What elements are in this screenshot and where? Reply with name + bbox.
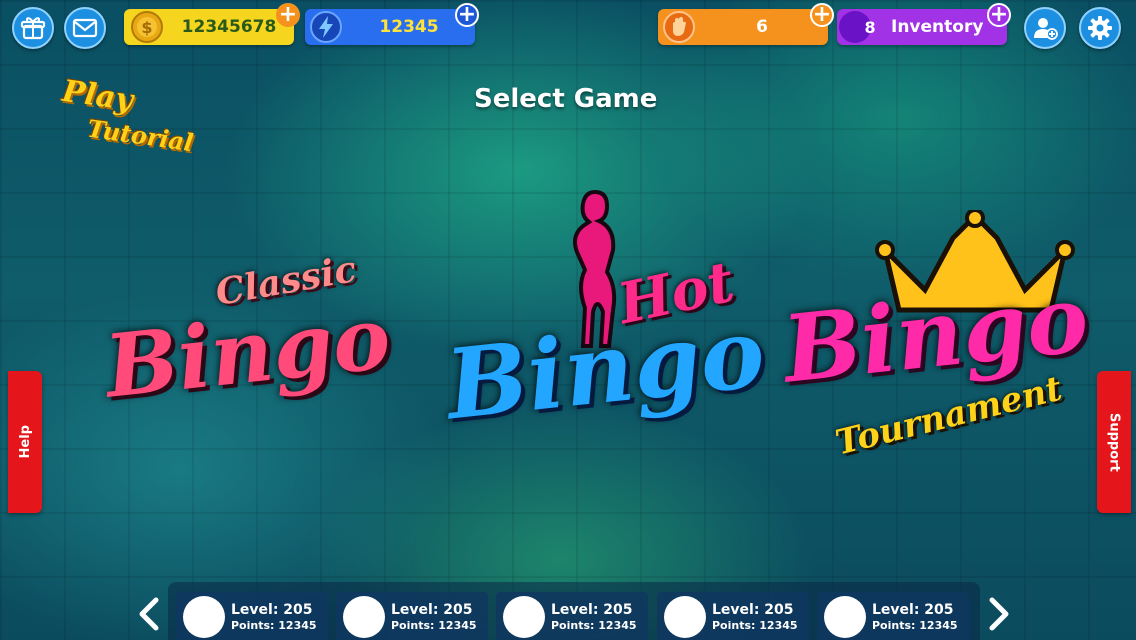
classic-bingo-label: Bingo <box>100 287 395 418</box>
inventory-badge: 8 <box>839 11 876 43</box>
player-card[interactable]: Level: 205 Points: 12345 <box>496 592 648 640</box>
add-energy-button[interactable]: + <box>455 3 479 27</box>
player-card[interactable]: Level: 205 Points: 12345 <box>817 592 969 640</box>
player-level: Level: 205 <box>872 601 954 618</box>
coins-pill[interactable]: $ 12345678 <box>124 9 294 45</box>
inventory-count: 8 <box>864 17 876 37</box>
avatar <box>343 596 385 638</box>
player-level: Level: 205 <box>231 601 313 618</box>
coin-icon: $ <box>131 11 163 43</box>
inventory-label: Inventory <box>891 17 984 37</box>
add-friend-icon <box>1034 18 1058 40</box>
inventory-pill[interactable]: 8 Inventory <box>837 9 1007 45</box>
classic-bingo-button[interactable]: Classic Bingo <box>95 248 395 450</box>
players-prev-button[interactable] <box>132 594 166 634</box>
player-points: Points: 12345 <box>872 618 958 632</box>
add-coins-button[interactable]: + <box>276 3 300 27</box>
player-points: Points: 12345 <box>231 618 317 632</box>
play-tutorial-button[interactable]: Play Tutorial <box>44 73 195 182</box>
add-friend-button[interactable] <box>1024 7 1066 49</box>
player-card[interactable]: Level: 205 Points: 12345 <box>336 592 488 640</box>
gift-icon <box>20 17 46 40</box>
tutorial-line2: Tutorial <box>85 113 196 158</box>
lightning-icon <box>310 11 342 43</box>
tournament-bingo-button[interactable]: Bingo Tournament <box>775 210 1093 470</box>
support-tab[interactable]: Support <box>1097 371 1131 513</box>
avatar <box>183 596 225 638</box>
mail-icon <box>72 18 98 38</box>
avatar <box>664 596 706 638</box>
mail-button[interactable] <box>64 7 106 49</box>
add-powerups-button[interactable]: + <box>810 3 834 27</box>
player-card[interactable]: Level: 205 Points: 12345 <box>657 592 809 640</box>
player-points: Points: 12345 <box>551 618 637 632</box>
chevron-right-icon <box>989 597 1009 631</box>
player-level: Level: 205 <box>712 601 794 618</box>
player-card[interactable]: Level: 205 Points: 12345 <box>176 592 328 640</box>
page-title: Select Game <box>474 84 658 114</box>
powerups-pill[interactable]: 6 <box>658 9 828 45</box>
add-inventory-button[interactable]: + <box>987 3 1011 27</box>
players-next-button[interactable] <box>982 594 1016 634</box>
avatar <box>824 596 866 638</box>
powerups-value: 6 <box>756 17 768 37</box>
gift-button[interactable] <box>12 7 54 49</box>
help-label: Help <box>17 425 33 459</box>
settings-button[interactable] <box>1079 7 1121 49</box>
hot-bingo-button[interactable]: Hot Bingo <box>440 188 770 498</box>
chevron-left-icon <box>139 597 159 631</box>
hand-icon <box>663 11 695 43</box>
energy-pill[interactable]: 12345 <box>305 9 475 45</box>
player-points: Points: 12345 <box>712 618 798 632</box>
coins-value: 12345678 <box>181 17 277 37</box>
avatar <box>503 596 545 638</box>
svg-text:$: $ <box>141 18 152 37</box>
player-points: Points: 12345 <box>391 618 477 632</box>
player-level: Level: 205 <box>391 601 473 618</box>
gear-icon <box>1088 16 1112 40</box>
support-label: Support <box>1106 412 1122 472</box>
hot-bingo-label: Bingo <box>440 295 770 442</box>
help-tab[interactable]: Help <box>8 371 42 513</box>
player-level: Level: 205 <box>551 601 633 618</box>
